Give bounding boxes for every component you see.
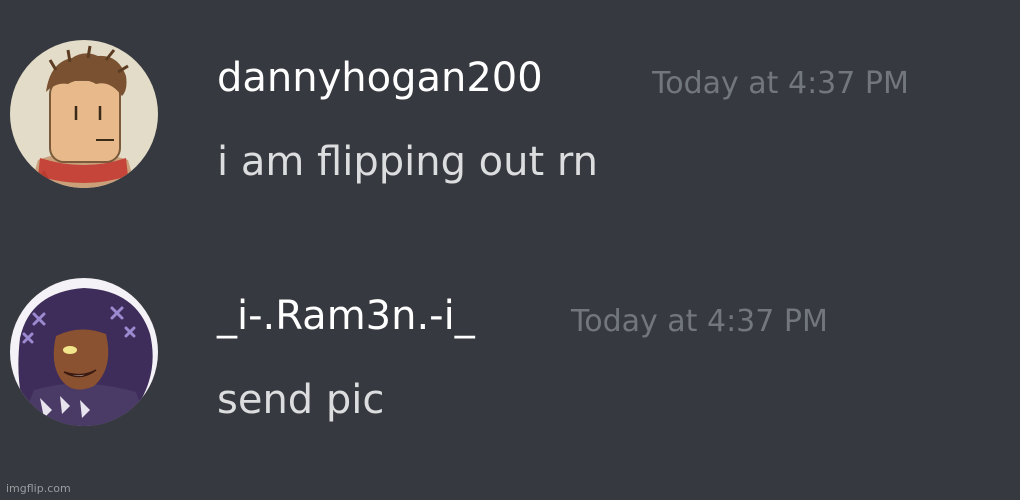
username[interactable]: dannyhogan200 <box>217 50 543 106</box>
user-avatar[interactable] <box>10 40 158 188</box>
message-item: dannyhogan200 Today at 4:37 PM i am flip… <box>0 40 1020 200</box>
username[interactable]: _i-.Ram3n.-i_ <box>217 288 475 344</box>
chat-log: dannyhogan200 Today at 4:37 PM i am flip… <box>0 0 1020 500</box>
watermark: imgflip.com <box>6 482 71 495</box>
hand-drawn-character-avatar-icon <box>10 40 158 188</box>
message-timestamp: Today at 4:37 PM <box>571 304 828 339</box>
message-item: _i-.Ram3n.-i_ Today at 4:37 PM send pic <box>0 278 1020 438</box>
message-text: i am flipping out rn <box>217 139 598 185</box>
message-timestamp: Today at 4:37 PM <box>652 66 909 101</box>
purple-hair-character-avatar-icon <box>10 278 158 426</box>
user-avatar[interactable] <box>10 278 158 426</box>
message-text: send pic <box>217 377 385 423</box>
